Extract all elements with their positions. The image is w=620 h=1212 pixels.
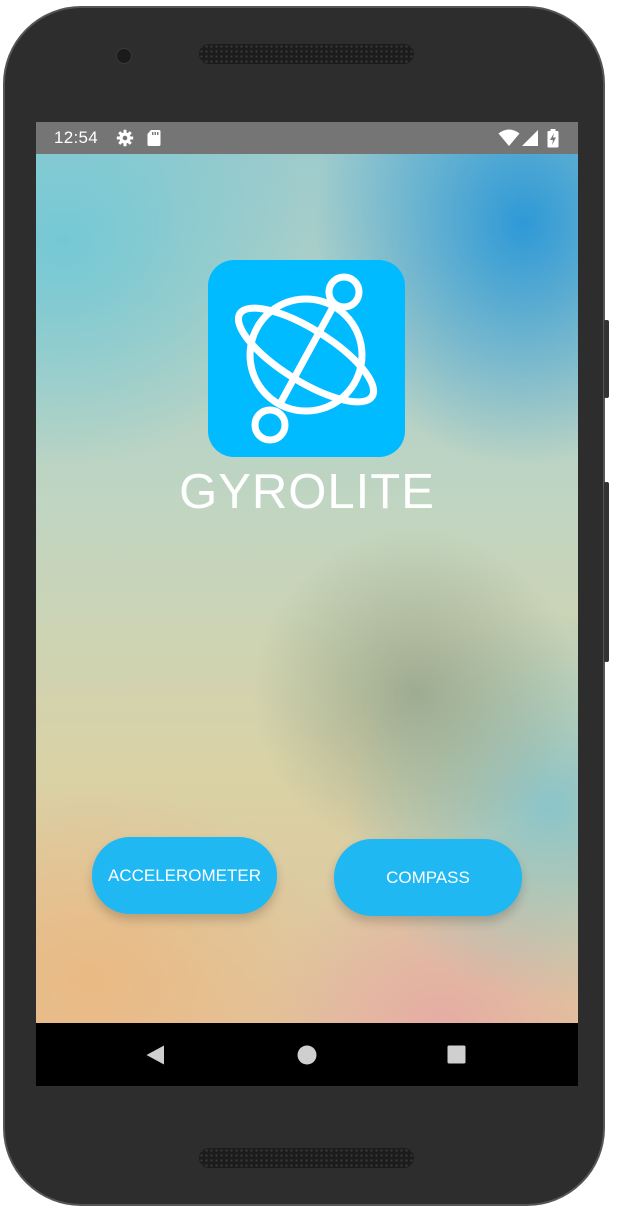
battery-charging-icon	[547, 129, 559, 153]
gyroscope-orbit-icon	[234, 273, 378, 444]
app-title: GYROLITE	[179, 465, 435, 519]
compass-button[interactable]: COMPASS	[334, 839, 522, 916]
volume-rocker[interactable]	[604, 482, 609, 662]
bottom-speaker	[199, 1148, 414, 1168]
app-content: GYROLITE ACCELEROMETER COMPASS	[36, 154, 578, 1023]
signal-icon	[522, 129, 539, 152]
screen: 12:54 GYROLITE ACCELEROMETER COMPASS	[36, 122, 578, 1086]
recents-square-icon[interactable]	[447, 1045, 466, 1069]
status-bar: 12:54	[36, 122, 578, 154]
accelerometer-button[interactable]: ACCELEROMETER	[92, 837, 277, 914]
home-circle-icon[interactable]	[297, 1045, 317, 1070]
power-button[interactable]	[604, 320, 609, 398]
front-camera	[116, 48, 132, 64]
sd-card-icon	[147, 129, 161, 152]
back-triangle-icon[interactable]	[145, 1044, 167, 1071]
status-time: 12:54	[54, 128, 99, 147]
wifi-icon	[498, 129, 520, 152]
earpiece-speaker	[199, 44, 414, 64]
app-logo	[208, 260, 405, 457]
gear-icon	[116, 129, 134, 152]
navigation-bar	[36, 1023, 578, 1086]
